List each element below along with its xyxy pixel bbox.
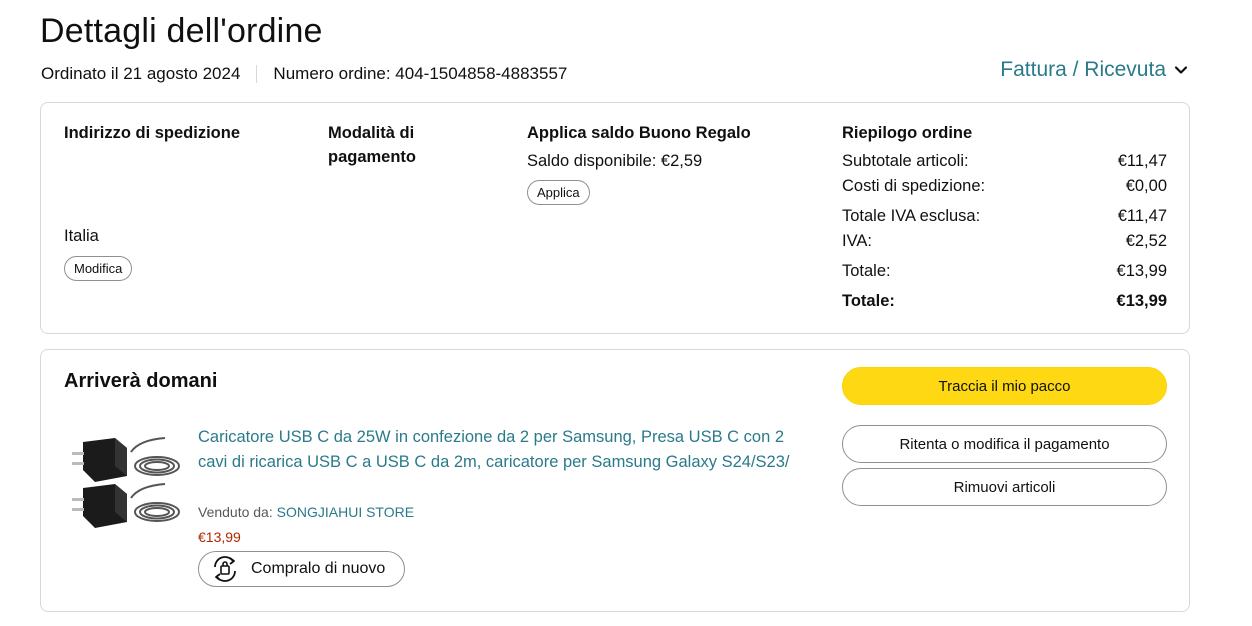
summary-label: Totale IVA esclusa: [842, 207, 981, 225]
summary-row-total: Totale: €13,99 [842, 262, 1167, 281]
seller-link[interactable]: SONGJIAHUI STORE [277, 504, 414, 520]
summary-row-net-total: Totale IVA esclusa: €11,47 [842, 207, 1167, 226]
summary-value: €13,99 [1116, 292, 1167, 310]
shipping-address-heading: Indirizzo di spedizione [64, 124, 241, 142]
summary-label: Totale: [842, 262, 891, 280]
buy-again-button[interactable]: Compralo di nuovo [198, 551, 405, 587]
sold-by-label: Venduto da: [198, 504, 273, 520]
product-title-link[interactable]: Caricatore USB C da 25W in confezione da… [198, 425, 808, 475]
meta-divider [256, 65, 258, 83]
summary-label: Costi di spedizione: [842, 177, 986, 195]
summary-row-shipping: Costi di spedizione: €0,00 [842, 177, 1167, 196]
summary-value: €2,52 [1125, 232, 1167, 250]
gift-card-heading: Applica saldo Buono Regalo [527, 124, 751, 142]
product-price: €13,99 [198, 529, 241, 545]
payment-heading-line1: Modalità di [328, 124, 415, 142]
apply-gift-card-button[interactable]: Applica [527, 180, 590, 205]
page-title: Dettagli dell'ordine [40, 12, 323, 50]
delivery-status: Arriverà domani [64, 370, 218, 392]
buy-again-label: Compralo di nuovo [251, 560, 386, 577]
summary-row-vat: IVA: €2,52 [842, 232, 1167, 251]
invoice-link-label: Fattura / Ricevuta [1000, 58, 1166, 81]
retry-payment-button[interactable]: Ritenta o modifica il pagamento [842, 425, 1167, 463]
summary-label: Totale: [842, 292, 895, 310]
summary-label: Subtotale articoli: [842, 152, 969, 170]
summary-value: €11,47 [1117, 152, 1167, 170]
order-meta: Ordinato il 21 agosto 2024 Numero ordine… [41, 64, 567, 84]
invoice-dropdown[interactable]: Fattura / Ricevuta [1000, 58, 1188, 82]
summary-row-subtotal: Subtotale articoli: €11,47 [842, 152, 1167, 171]
payment-method-heading: Modalità di pagamento [328, 121, 416, 169]
summary-value: €13,99 [1116, 262, 1167, 280]
order-date: Ordinato il 21 agosto 2024 [41, 64, 241, 83]
sold-by: Venduto da: SONGJIAHUI STORE [198, 504, 414, 520]
order-info-card: Indirizzo di spedizione Italia Modifica … [40, 102, 1190, 334]
payment-heading-line2: pagamento [328, 148, 417, 166]
chevron-down-icon [1174, 66, 1188, 74]
shipment-card: Arriverà domani Caricatore USB C da 25W … [40, 349, 1190, 612]
order-summary-heading: Riepilogo ordine [842, 124, 973, 142]
product-image[interactable] [69, 430, 187, 540]
summary-label: IVA: [842, 232, 872, 250]
summary-row-grand-total: Totale: €13,99 [842, 292, 1167, 311]
shipping-country: Italia [64, 227, 99, 245]
summary-value: €0,00 [1125, 177, 1167, 195]
summary-value: €11,47 [1117, 207, 1167, 225]
order-number: Numero ordine: 404-1504858-4883557 [273, 64, 568, 83]
track-package-button[interactable]: Traccia il mio pacco [842, 367, 1167, 405]
gift-card-balance: Saldo disponibile: €2,59 [527, 152, 703, 170]
remove-items-button[interactable]: Rimuovi articoli [842, 468, 1167, 506]
rebuy-icon [214, 556, 236, 582]
edit-address-button[interactable]: Modifica [64, 256, 133, 281]
